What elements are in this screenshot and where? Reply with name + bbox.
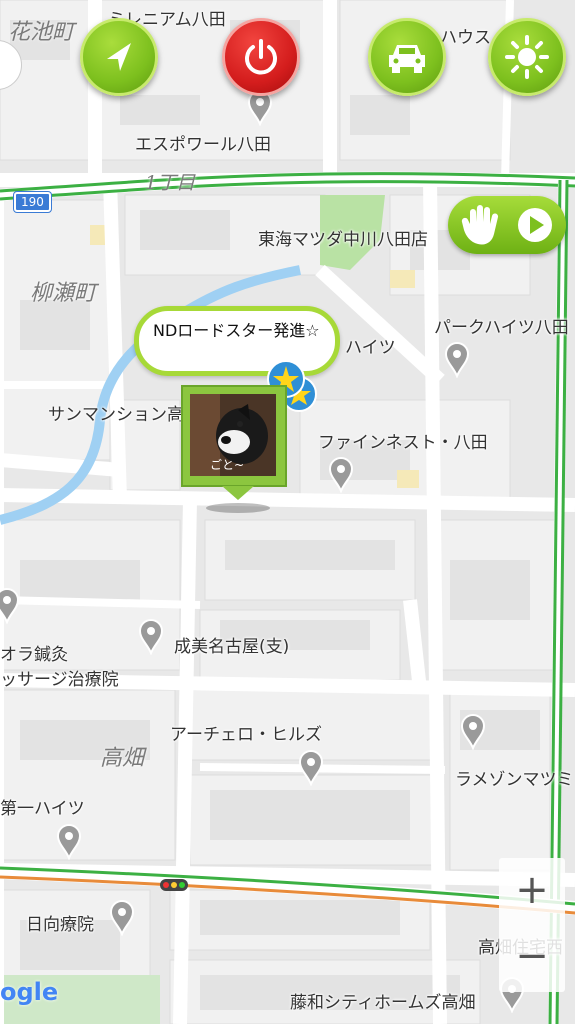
map-pin-icon[interactable] <box>458 712 488 750</box>
avatar: ごと~ <box>190 394 276 476</box>
area-label-yanase: 柳瀬町 <box>30 281 97 306</box>
map-pin-icon[interactable] <box>136 617 166 655</box>
route-shield: 190 <box>14 192 51 212</box>
place-label: ッサージ治療院 <box>0 670 119 690</box>
map-pin-icon[interactable] <box>326 455 356 493</box>
car-button[interactable] <box>368 18 446 96</box>
avatar-label: ごと~ <box>210 458 245 472</box>
place-label: オラ鍼灸 <box>0 645 68 665</box>
brightness-button[interactable] <box>488 18 566 96</box>
place-label: ラメゾンマツミ <box>455 770 574 790</box>
map-pin-icon[interactable] <box>54 822 84 860</box>
navigation-arrow-icon <box>107 43 131 71</box>
map-pin-icon[interactable] <box>296 748 326 786</box>
place-label: ハイツ <box>345 338 396 358</box>
place-label: パークハイツ八田 <box>434 318 569 338</box>
place-label: アーチェロ・ヒルズ <box>170 725 322 745</box>
car-icon <box>389 45 425 73</box>
place-label: サンマンション高 <box>48 405 184 425</box>
place-label: 東海マツダ中川八田店 <box>258 230 428 250</box>
chome-label: 1丁目 <box>145 172 196 194</box>
status-message: NDロードスター発進☆ <box>153 321 320 340</box>
sun-icon <box>505 35 549 79</box>
power-button[interactable] <box>222 18 300 96</box>
place-label: 成美名古屋(支) <box>174 637 290 657</box>
hand-play-panel[interactable] <box>448 196 566 254</box>
place-label: 日向療院 <box>26 915 94 935</box>
power-icon <box>245 39 277 75</box>
place-label: ハウス <box>440 28 491 48</box>
google-logo: ogle <box>0 978 59 1006</box>
place-label: ファインネスト・八田 <box>318 433 488 453</box>
zoom-in-button[interactable]: + <box>499 862 565 918</box>
place-label: 藤和シティホームズ高畑 <box>290 993 476 1013</box>
navigation-button[interactable] <box>80 18 158 96</box>
area-label-hanaike: 花池町 <box>8 20 75 45</box>
status-bubble[interactable]: NDロードスター発進☆ <box>134 306 340 376</box>
hand-icon[interactable] <box>460 202 504 248</box>
place-label: 第一ハイツ <box>0 799 85 819</box>
map-pin-icon[interactable] <box>107 898 137 936</box>
zoom-out-button[interactable]: − <box>499 928 565 984</box>
zoom-controls: + − <box>499 858 565 992</box>
user-location-marker[interactable]: ごと~ <box>180 384 288 513</box>
map-pin-icon[interactable] <box>442 340 472 378</box>
place-label: エスポワール八田 <box>135 135 271 155</box>
play-icon[interactable] <box>516 206 554 244</box>
map-pin-icon[interactable] <box>0 586 22 624</box>
area-label-takabata: 高畑 <box>100 746 145 771</box>
